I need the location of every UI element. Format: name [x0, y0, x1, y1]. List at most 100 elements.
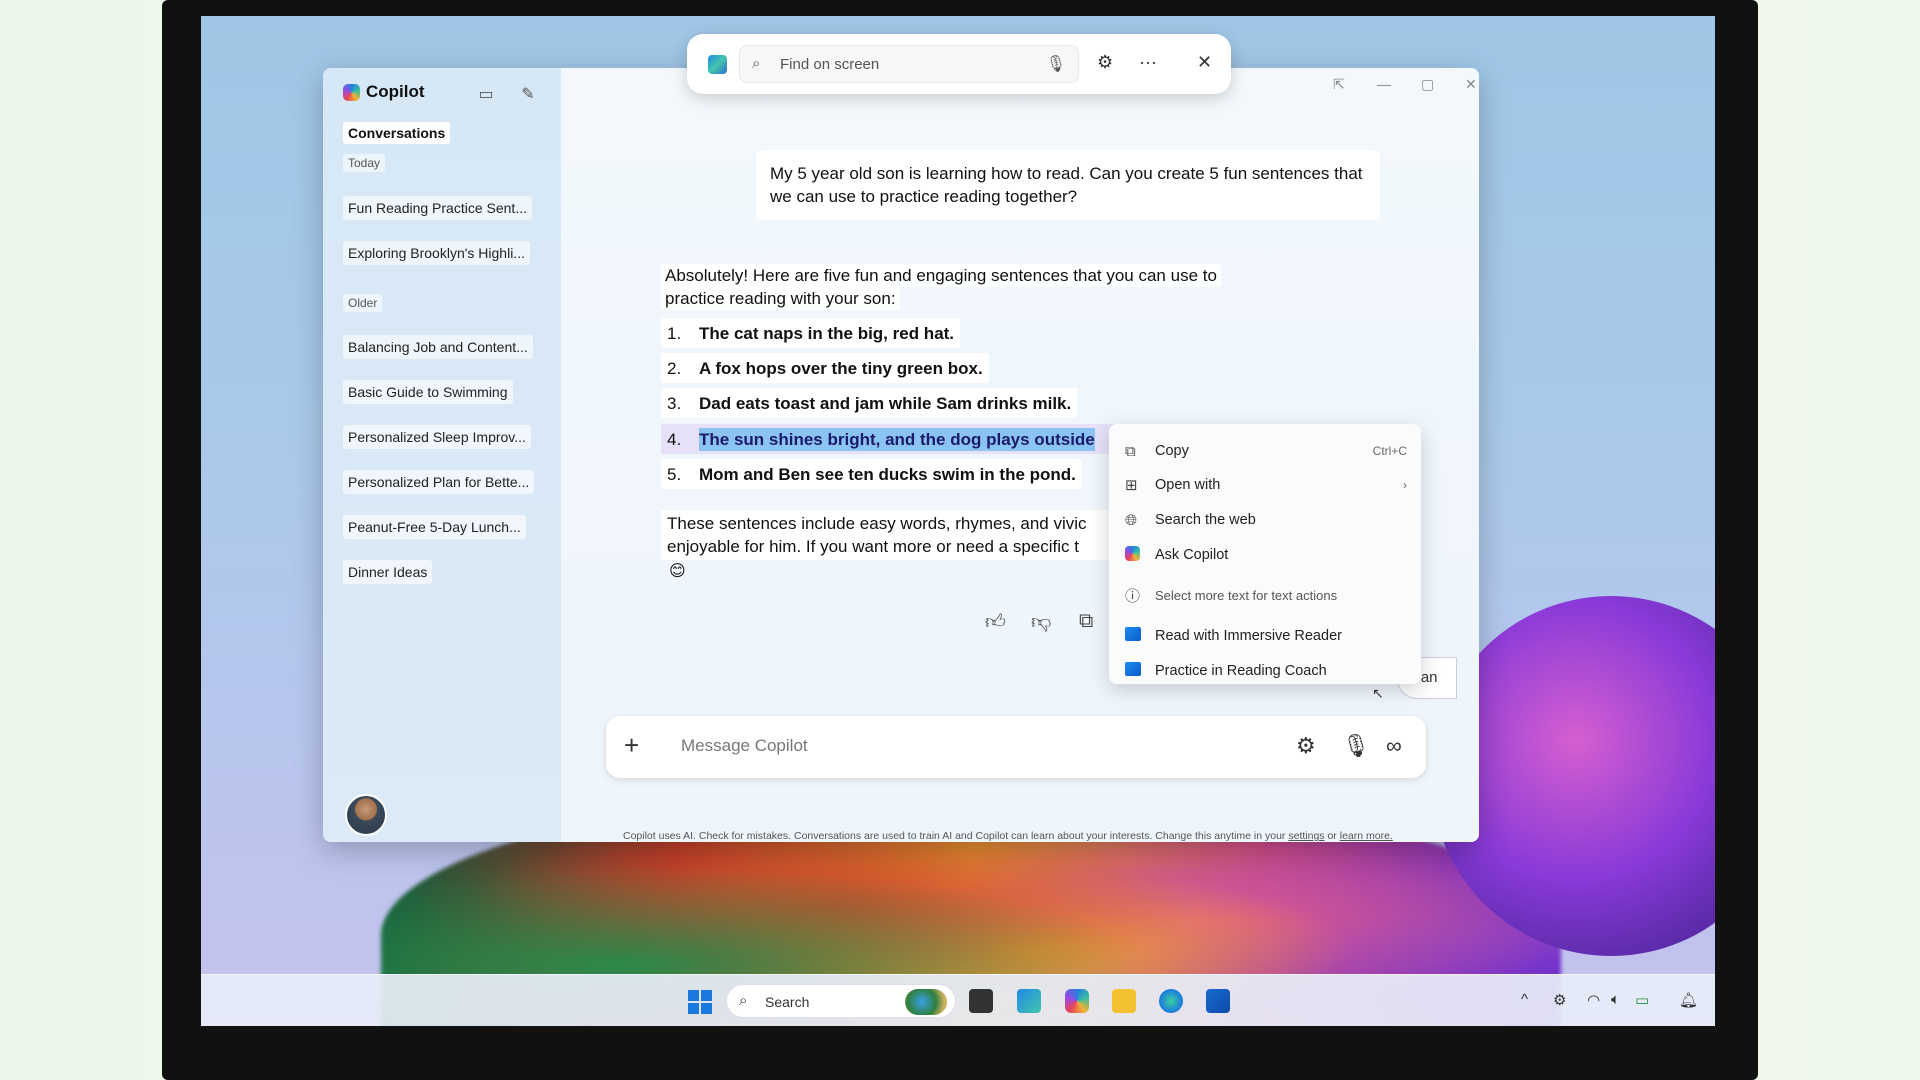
search-highlight-icon — [905, 989, 947, 1015]
menu-item-immersive-reader[interactable]: Read with Immersive Reader — [1125, 621, 1407, 651]
immersive-reader-icon — [1125, 627, 1155, 645]
menu-item-label: Practice in Reading Coach — [1155, 663, 1327, 679]
smile-emoji: 😊 — [669, 563, 686, 580]
menu-item-label: Ask Copilot — [1155, 547, 1229, 563]
toggle-sidebar-icon[interactable]: ▭ — [477, 84, 495, 103]
menu-item-select-more: ⓘ Select more text for text actions — [1125, 580, 1407, 610]
disclaimer: Copilot uses AI. Check for mistakes. Con… — [623, 830, 1393, 842]
microphone-icon[interactable]: 🎙︎ — [1342, 733, 1370, 759]
think-deeper-icon[interactable]: ⚙ — [1296, 733, 1316, 759]
menu-item-reading-coach[interactable]: Practice in Reading Coach — [1125, 656, 1407, 686]
microsoft-store-icon[interactable] — [1206, 989, 1230, 1013]
assistant-outro: These sentences include easy words, rhym… — [661, 510, 1121, 560]
assistant-message: Absolutely! Here are five fun and engagi… — [661, 264, 1221, 580]
message-input[interactable]: Message Copilot — [681, 736, 808, 756]
shortcut-label: Ctrl+C — [1372, 444, 1407, 458]
microphone-icon[interactable]: 🎙︎ — [1046, 54, 1066, 74]
conversation-item[interactable]: Balancing Job and Content... — [343, 335, 533, 359]
sentence-text: A fox hops over the tiny green box. — [699, 358, 983, 378]
menu-item-ask-copilot[interactable]: Ask Copilot — [1125, 540, 1407, 570]
settings-link[interactable]: settings — [1288, 830, 1324, 842]
user-message: My 5 year old son is learning how to rea… — [756, 150, 1380, 220]
menu-item-label: Read with Immersive Reader — [1155, 628, 1342, 644]
info-icon: ⓘ — [1125, 587, 1141, 605]
list-number: 1. — [667, 323, 682, 343]
chevron-right-icon: › — [1403, 478, 1407, 492]
wifi-icon[interactable]: ◠ — [1587, 991, 1600, 1009]
list-number: 5. — [667, 464, 682, 484]
ai-tray-icon[interactable]: ⚙ — [1553, 991, 1566, 1009]
vision-glasses-icon[interactable]: ∞ — [1386, 733, 1402, 759]
file-explorer-icon[interactable] — [1112, 989, 1136, 1013]
volume-icon[interactable]: 🔈︎ — [1611, 991, 1620, 1008]
search-icon: ⌕ — [739, 992, 748, 1009]
new-chat-icon[interactable]: ✎ — [519, 84, 537, 103]
menu-item-copy[interactable]: ⧉ Copy Ctrl+C — [1125, 436, 1407, 466]
context-menu: ⧉ Copy Ctrl+C ⊞ Open with › 🌐︎ Search th… — [1109, 424, 1421, 684]
list-item-selected: 4. The sun shines bright, and the dog pl… — [661, 424, 1131, 454]
popout-icon[interactable]: ⇱ — [1333, 76, 1345, 93]
list-item: 3. Dad eats toast and jam while Sam drin… — [661, 388, 1078, 418]
open-with-icon: ⊞ — [1125, 477, 1138, 494]
thumbs-up-icon[interactable]: 👍︎ — [985, 610, 1006, 634]
list-item: 5. Mom and Ben see ten ducks swim in the… — [661, 459, 1082, 489]
thumbs-down-icon[interactable]: 👎︎ — [1031, 610, 1051, 634]
group-older: Older — [343, 294, 383, 312]
group-today: Today — [343, 154, 386, 172]
task-view-icon[interactable] — [969, 989, 993, 1013]
list-number: 4. — [667, 429, 682, 449]
start-button[interactable] — [688, 990, 712, 1014]
minimize-icon[interactable]: — — [1377, 76, 1391, 92]
sentence-text: The cat naps in the big, red hat. — [699, 323, 955, 343]
sentence-text: Dad eats toast and jam while Sam drinks … — [699, 393, 1072, 413]
edge-browser-icon[interactable] — [1159, 989, 1183, 1013]
conversation-item[interactable]: Exploring Brooklyn's Highli... — [343, 241, 530, 265]
find-placeholder: Find on screen — [780, 56, 880, 73]
taskbar-search-label: Search — [765, 994, 810, 1010]
conversation-item[interactable]: Basic Guide to Swimming — [343, 380, 513, 404]
copilot-icon — [1125, 545, 1155, 565]
notification-bell-icon[interactable]: 🔔︎ — [1679, 991, 1698, 1009]
conversations-heading: Conversations — [343, 122, 451, 144]
more-options-icon[interactable]: ··· — [1139, 52, 1157, 73]
menu-item-label: Select more text for text actions — [1155, 587, 1338, 603]
menu-item-label: Open with — [1155, 477, 1221, 493]
message-composer: + Message Copilot ⚙ 🎙︎ ∞ — [606, 716, 1426, 778]
conversation-item[interactable]: Fun Reading Practice Sent... — [343, 196, 532, 220]
battery-icon[interactable]: ▭ — [1635, 991, 1649, 1009]
conversation-item[interactable]: Personalized Sleep Improv... — [343, 425, 531, 449]
close-icon[interactable]: ✕ — [1197, 52, 1212, 73]
chevron-up-icon[interactable]: ^ — [1521, 991, 1528, 1008]
close-window-icon[interactable]: ✕ — [1465, 76, 1477, 93]
globe-icon: 🌐︎ — [1125, 511, 1138, 529]
menu-item-label: Copy — [1155, 443, 1189, 459]
brand-label: Copilot — [366, 82, 425, 101]
menu-item-open-with[interactable]: ⊞ Open with › — [1125, 470, 1407, 500]
find-on-screen-input[interactable]: ⌕ Find on screen 🎙︎ — [739, 45, 1079, 83]
list-number: 2. — [667, 358, 682, 378]
selected-sentence-text[interactable]: The sun shines bright, and the dog plays… — [699, 427, 1095, 451]
desktop-screen: Copilot ▭ ✎ Conversations Today Fun Read… — [201, 16, 1715, 1026]
taskbar-search[interactable]: ⌕ Search — [726, 984, 956, 1018]
outro-line: enjoyable for him. If you want more or n… — [667, 537, 1079, 556]
ai-icon[interactable]: ⚙ — [1097, 52, 1113, 73]
copy-message-icon[interactable]: ⧉ — [1079, 610, 1093, 633]
list-number: 3. — [667, 393, 682, 413]
sentence-text: Mom and Ben see ten ducks swim in the po… — [699, 464, 1076, 484]
conversation-item[interactable]: Dinner Ideas — [343, 560, 433, 584]
copy-icon: ⧉ — [1125, 442, 1136, 460]
menu-item-label: Search the web — [1155, 512, 1256, 528]
learn-more-link[interactable]: learn more. — [1340, 830, 1393, 842]
sidebar: Copilot ▭ ✎ Conversations Today Fun Read… — [323, 68, 561, 842]
copilot-taskbar-icon[interactable] — [1065, 989, 1089, 1013]
conversation-item[interactable]: Peanut-Free 5-Day Lunch... — [343, 515, 526, 539]
list-item: 2. A fox hops over the tiny green box. — [661, 353, 989, 383]
user-avatar[interactable] — [345, 794, 387, 836]
snipping-tool-icon[interactable] — [1017, 989, 1041, 1013]
add-attachment-button[interactable]: + — [624, 732, 639, 758]
copilot-brand: Copilot — [343, 82, 425, 102]
menu-item-search-web[interactable]: 🌐︎ Search the web — [1125, 505, 1407, 535]
maximize-icon[interactable]: ▢ — [1421, 76, 1434, 93]
conversation-item[interactable]: Personalized Plan for Bette... — [343, 470, 535, 494]
disclaimer-or: or — [1327, 830, 1337, 842]
